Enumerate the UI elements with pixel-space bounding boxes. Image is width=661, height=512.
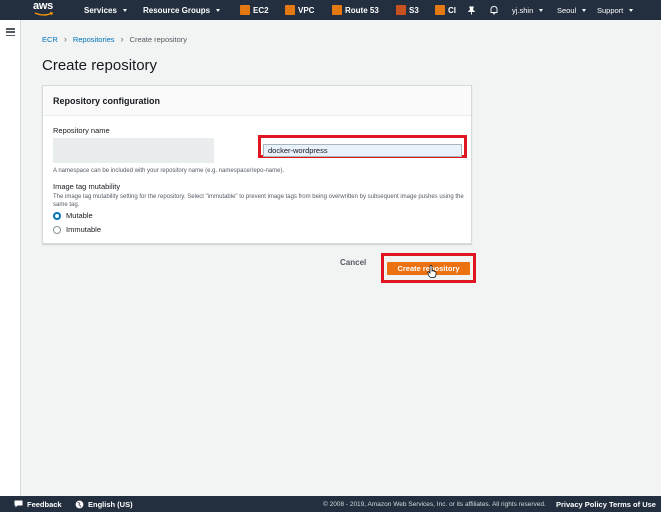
chevron-right-icon: ›: [63, 34, 67, 44]
menu-icon[interactable]: [6, 28, 15, 37]
repository-name-input[interactable]: [263, 144, 462, 157]
notifications-button[interactable]: [489, 0, 499, 20]
pin-button[interactable]: [467, 0, 476, 20]
terms-of-use-link[interactable]: Terms of Use: [609, 500, 656, 509]
mutable-label: Mutable: [66, 211, 93, 220]
shortcut-label: EC2: [253, 5, 269, 15]
shortcut-s3[interactable]: S3: [396, 0, 419, 20]
resource-groups-label: Resource Groups: [143, 5, 211, 15]
shortcut-label: Route 53: [345, 5, 379, 15]
immutable-label: Immutable: [66, 225, 102, 234]
support-label: Support: [597, 5, 624, 15]
shortcut-ec2[interactable]: EC2: [240, 0, 269, 20]
top-nav: aws Services Resource Groups EC2 VPC Rou…: [0, 0, 661, 20]
hand-cursor-icon: [427, 265, 437, 278]
language-label: English (US): [88, 499, 133, 509]
region-menu[interactable]: Seoul: [557, 0, 587, 20]
route53-icon: [332, 5, 342, 15]
shortcut-label: VPC: [298, 5, 315, 15]
privacy-policy-link[interactable]: Privacy Policy: [556, 500, 607, 509]
feedback-link[interactable]: Feedback: [14, 500, 62, 509]
repository-name-label: Repository name: [53, 126, 110, 135]
panel-title: Repository configuration: [43, 86, 471, 116]
services-label: Services: [84, 5, 117, 15]
globe-icon: [75, 500, 84, 508]
image-tag-mutability-description: The image tag mutability setting for the…: [53, 194, 464, 208]
breadcrumb-current: Create repository: [129, 34, 188, 44]
vpc-icon: [285, 5, 295, 15]
language-selector[interactable]: English (US): [75, 500, 133, 509]
chevron-down-icon: [216, 8, 221, 12]
aws-smile-icon: [34, 12, 54, 16]
shortcut-route53[interactable]: Route 53: [332, 0, 379, 20]
footer: Feedback English (US) © 2008 - 2019, Ama…: [0, 496, 661, 512]
shortcut-vpc[interactable]: VPC: [285, 0, 314, 20]
account-label: yj.shin: [512, 5, 534, 15]
mutable-option[interactable]: Mutable: [53, 211, 93, 220]
support-menu[interactable]: Support: [597, 0, 634, 20]
registry-namespace-box: [53, 138, 214, 163]
immutable-option[interactable]: Immutable: [53, 225, 101, 234]
resource-groups-menu[interactable]: Resource Groups: [143, 0, 221, 20]
chevron-down-icon: [539, 8, 544, 12]
chevron-down-icon: [629, 8, 634, 12]
breadcrumb-ecr[interactable]: ECR: [42, 35, 58, 44]
aws-logo[interactable]: aws: [32, 0, 58, 19]
radio-checked-icon[interactable]: [53, 211, 61, 220]
account-menu[interactable]: yj.shin: [512, 0, 544, 20]
shortcut-label: S3: [409, 5, 419, 15]
radio-unchecked-icon[interactable]: [53, 225, 61, 234]
copyright-text: © 2008 - 2019, Amazon Web Services, Inc.…: [323, 500, 546, 508]
ci-icon: [435, 5, 445, 15]
chevron-right-icon: ›: [120, 34, 124, 44]
services-menu[interactable]: Services: [84, 0, 127, 20]
chevron-down-icon: [582, 8, 587, 12]
bell-icon: [490, 6, 498, 15]
repository-name-highlight: [258, 135, 467, 158]
ec2-icon: [240, 5, 250, 15]
image-tag-mutability-label: Image tag mutability: [53, 182, 121, 191]
cancel-button[interactable]: Cancel: [340, 258, 366, 267]
chevron-down-icon: [122, 8, 127, 12]
pin-icon: [467, 5, 476, 15]
left-rail: [0, 20, 21, 496]
repository-name-hint: A namespace can be included with your re…: [53, 168, 285, 174]
s3-icon: [396, 5, 406, 15]
shortcut-ci[interactable]: CI: [435, 0, 456, 20]
breadcrumb-repositories[interactable]: Repositories: [73, 35, 115, 44]
region-label: Seoul: [557, 5, 577, 15]
feedback-label: Feedback: [27, 499, 62, 509]
feedback-icon: [14, 500, 23, 508]
page-title: Create repository: [42, 57, 158, 74]
aws-logo-text: aws: [33, 0, 53, 12]
repository-configuration-panel: Repository configuration Repository name…: [42, 85, 472, 244]
shortcut-label: CI: [448, 5, 456, 15]
breadcrumb: ECR › Repositories › Create repository: [42, 34, 187, 44]
